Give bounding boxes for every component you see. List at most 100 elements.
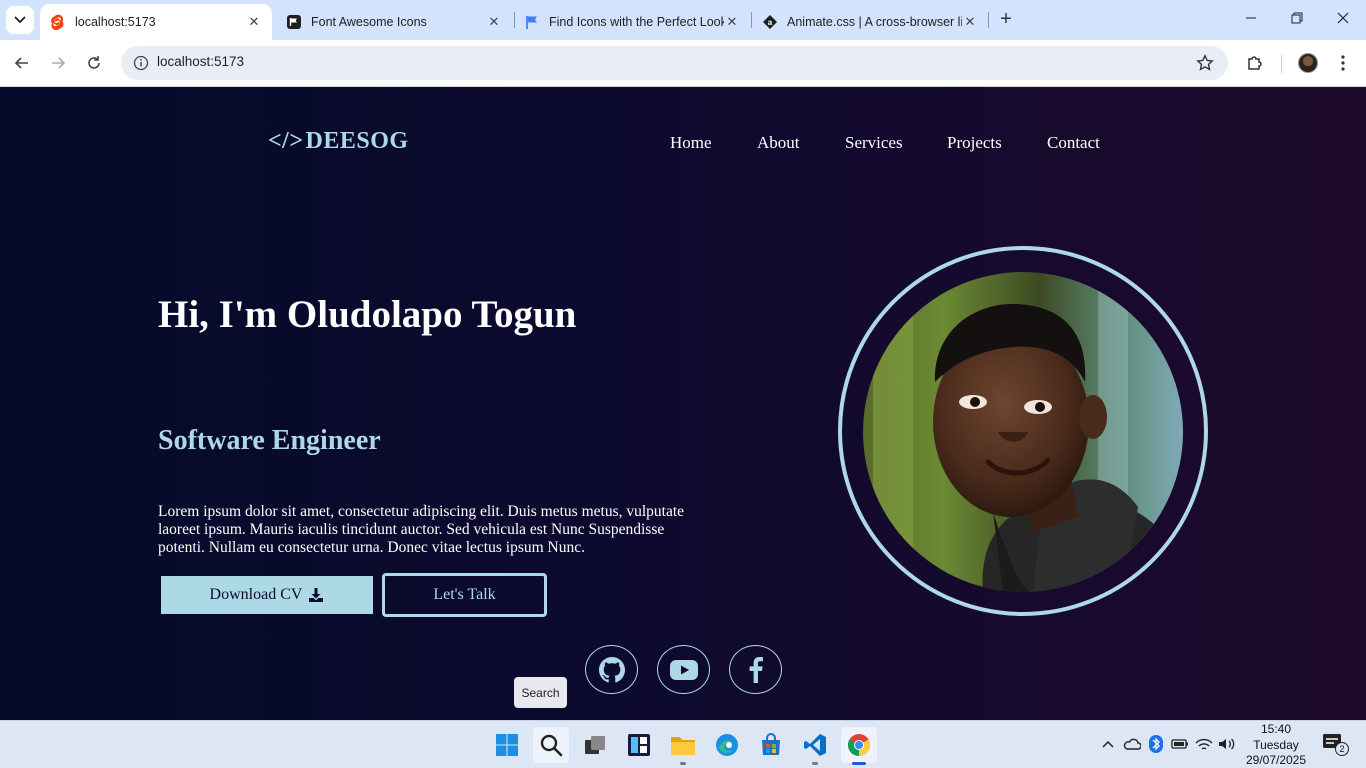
tab-title: Find Icons with the Perfect Look [549, 15, 724, 29]
arrow-left-icon [14, 57, 28, 69]
github-link[interactable] [585, 645, 638, 694]
download-cv-label: Download CV [209, 586, 303, 603]
folder-icon [671, 737, 695, 755]
minimize-icon [1246, 17, 1256, 19]
task-view-button[interactable] [577, 727, 613, 763]
tab-localhost[interactable]: localhost:5173 ✕ [40, 4, 272, 40]
profile-avatar[interactable] [1298, 53, 1318, 73]
lets-talk-button[interactable]: Let's Talk [382, 573, 547, 617]
chrome-button[interactable] [841, 727, 877, 765]
notification-count-badge: 2 [1335, 742, 1349, 756]
file-explorer-button[interactable] [665, 727, 701, 765]
close-window-button[interactable] [1331, 8, 1355, 32]
youtube-link[interactable] [657, 645, 710, 694]
task-view-icon [585, 736, 605, 754]
close-icon[interactable]: ✕ [724, 14, 740, 30]
chevron-down-icon [14, 16, 26, 24]
search-icon [540, 734, 563, 757]
arrow-right-icon [52, 57, 66, 69]
windows-icon [496, 734, 518, 756]
restore-icon [1291, 12, 1303, 24]
wifi-button[interactable] [1195, 735, 1213, 753]
browser-toolbar: localhost:5173 [0, 40, 1366, 87]
chevron-up-icon [1102, 740, 1114, 748]
puzzle-icon [1248, 56, 1262, 70]
tab-title: localhost:5173 [75, 15, 156, 29]
flag-icon [286, 14, 302, 30]
tab-font-awesome[interactable]: Font Awesome Icons ✕ [276, 4, 512, 40]
nav-services[interactable]: Services [845, 133, 903, 153]
profile-photo [863, 272, 1183, 592]
site-logo[interactable]: </> DEESOG [268, 128, 409, 155]
menu-button[interactable] [1331, 51, 1355, 75]
tab-animate-css[interactable]: a Animate.css | A cross-browser library … [752, 4, 988, 40]
close-icon [1337, 12, 1349, 24]
bluetooth-button[interactable] [1147, 735, 1165, 753]
reload-icon [88, 56, 100, 69]
facebook-icon [749, 656, 763, 683]
system-clock[interactable]: 15:40 Tuesday 29/07/2025 [1240, 722, 1312, 768]
tab-strip: localhost:5173 ✕ Font Awesome Icons ✕ Fi… [0, 0, 1366, 40]
bookmark-star-icon[interactable] [1196, 54, 1214, 72]
download-cv-button[interactable]: Download CV [161, 576, 373, 614]
store-button[interactable] [753, 727, 789, 763]
hero-description: Lorem ipsum dolor sit amet, consectetur … [158, 503, 685, 556]
widgets-icon [628, 734, 650, 756]
minimize-button[interactable] [1239, 8, 1263, 32]
page-viewport: </> DEESOG Home About Services Projects … [0, 87, 1366, 720]
widgets-button[interactable] [621, 727, 657, 763]
tab-search-button[interactable] [6, 6, 34, 34]
url-text: localhost:5173 [157, 54, 245, 69]
close-icon[interactable]: ✕ [486, 14, 502, 30]
vscode-icon [804, 734, 826, 756]
svg-text:a: a [768, 18, 773, 27]
battery-button[interactable] [1171, 735, 1189, 753]
back-button[interactable] [10, 51, 34, 75]
tab-find-icons[interactable]: Find Icons with the Perfect Look ✕ [514, 4, 750, 40]
tab-separator [988, 12, 989, 28]
taskbar: 15:40 Tuesday 29/07/2025 2 [0, 720, 1366, 768]
vscode-button[interactable] [797, 727, 833, 765]
volume-button[interactable] [1218, 735, 1236, 753]
taskbar-search-button[interactable] [533, 727, 569, 763]
edge-icon [716, 734, 738, 756]
facebook-link[interactable] [729, 645, 782, 694]
nav-about[interactable]: About [757, 133, 800, 153]
address-bar[interactable]: localhost:5173 [121, 46, 1228, 80]
lets-talk-label: Let's Talk [433, 586, 496, 603]
notifications-button[interactable]: 2 [1322, 733, 1349, 756]
cloud-icon [1123, 738, 1141, 750]
active-indicator [852, 762, 866, 765]
running-indicator [680, 762, 686, 765]
nav-projects[interactable]: Projects [947, 133, 1002, 153]
animate-icon: a [762, 14, 778, 30]
bluetooth-icon [1149, 735, 1163, 753]
start-button[interactable] [489, 727, 525, 763]
hero-title: Hi, I'm Oludolapo Togun [158, 293, 577, 336]
onedrive-button[interactable] [1123, 735, 1141, 753]
kebab-menu-icon [1341, 55, 1345, 71]
close-icon[interactable]: ✕ [962, 14, 978, 30]
wifi-icon [1195, 738, 1213, 750]
restore-button[interactable] [1285, 8, 1309, 32]
nav-contact[interactable]: Contact [1047, 133, 1100, 153]
close-icon[interactable]: ✕ [246, 14, 262, 30]
github-icon [598, 656, 625, 682]
edge-button[interactable] [709, 727, 745, 763]
running-indicator [812, 762, 818, 765]
forward-button[interactable] [46, 51, 70, 75]
download-icon [309, 588, 324, 602]
tab-title: Font Awesome Icons [311, 15, 427, 29]
show-hidden-icons-button[interactable] [1099, 735, 1117, 753]
new-tab-button[interactable]: + [994, 8, 1018, 32]
speaker-icon [1219, 738, 1235, 750]
extensions-button[interactable] [1243, 51, 1267, 75]
svelte-icon [50, 14, 66, 30]
hero-role: Software Engineer [158, 425, 381, 456]
code-icon: </> [268, 128, 304, 154]
nav-home[interactable]: Home [670, 133, 712, 153]
battery-icon [1171, 739, 1188, 749]
info-icon[interactable] [133, 55, 149, 71]
clock-date: 29/07/2025 [1245, 753, 1307, 767]
reload-button[interactable] [82, 51, 106, 75]
